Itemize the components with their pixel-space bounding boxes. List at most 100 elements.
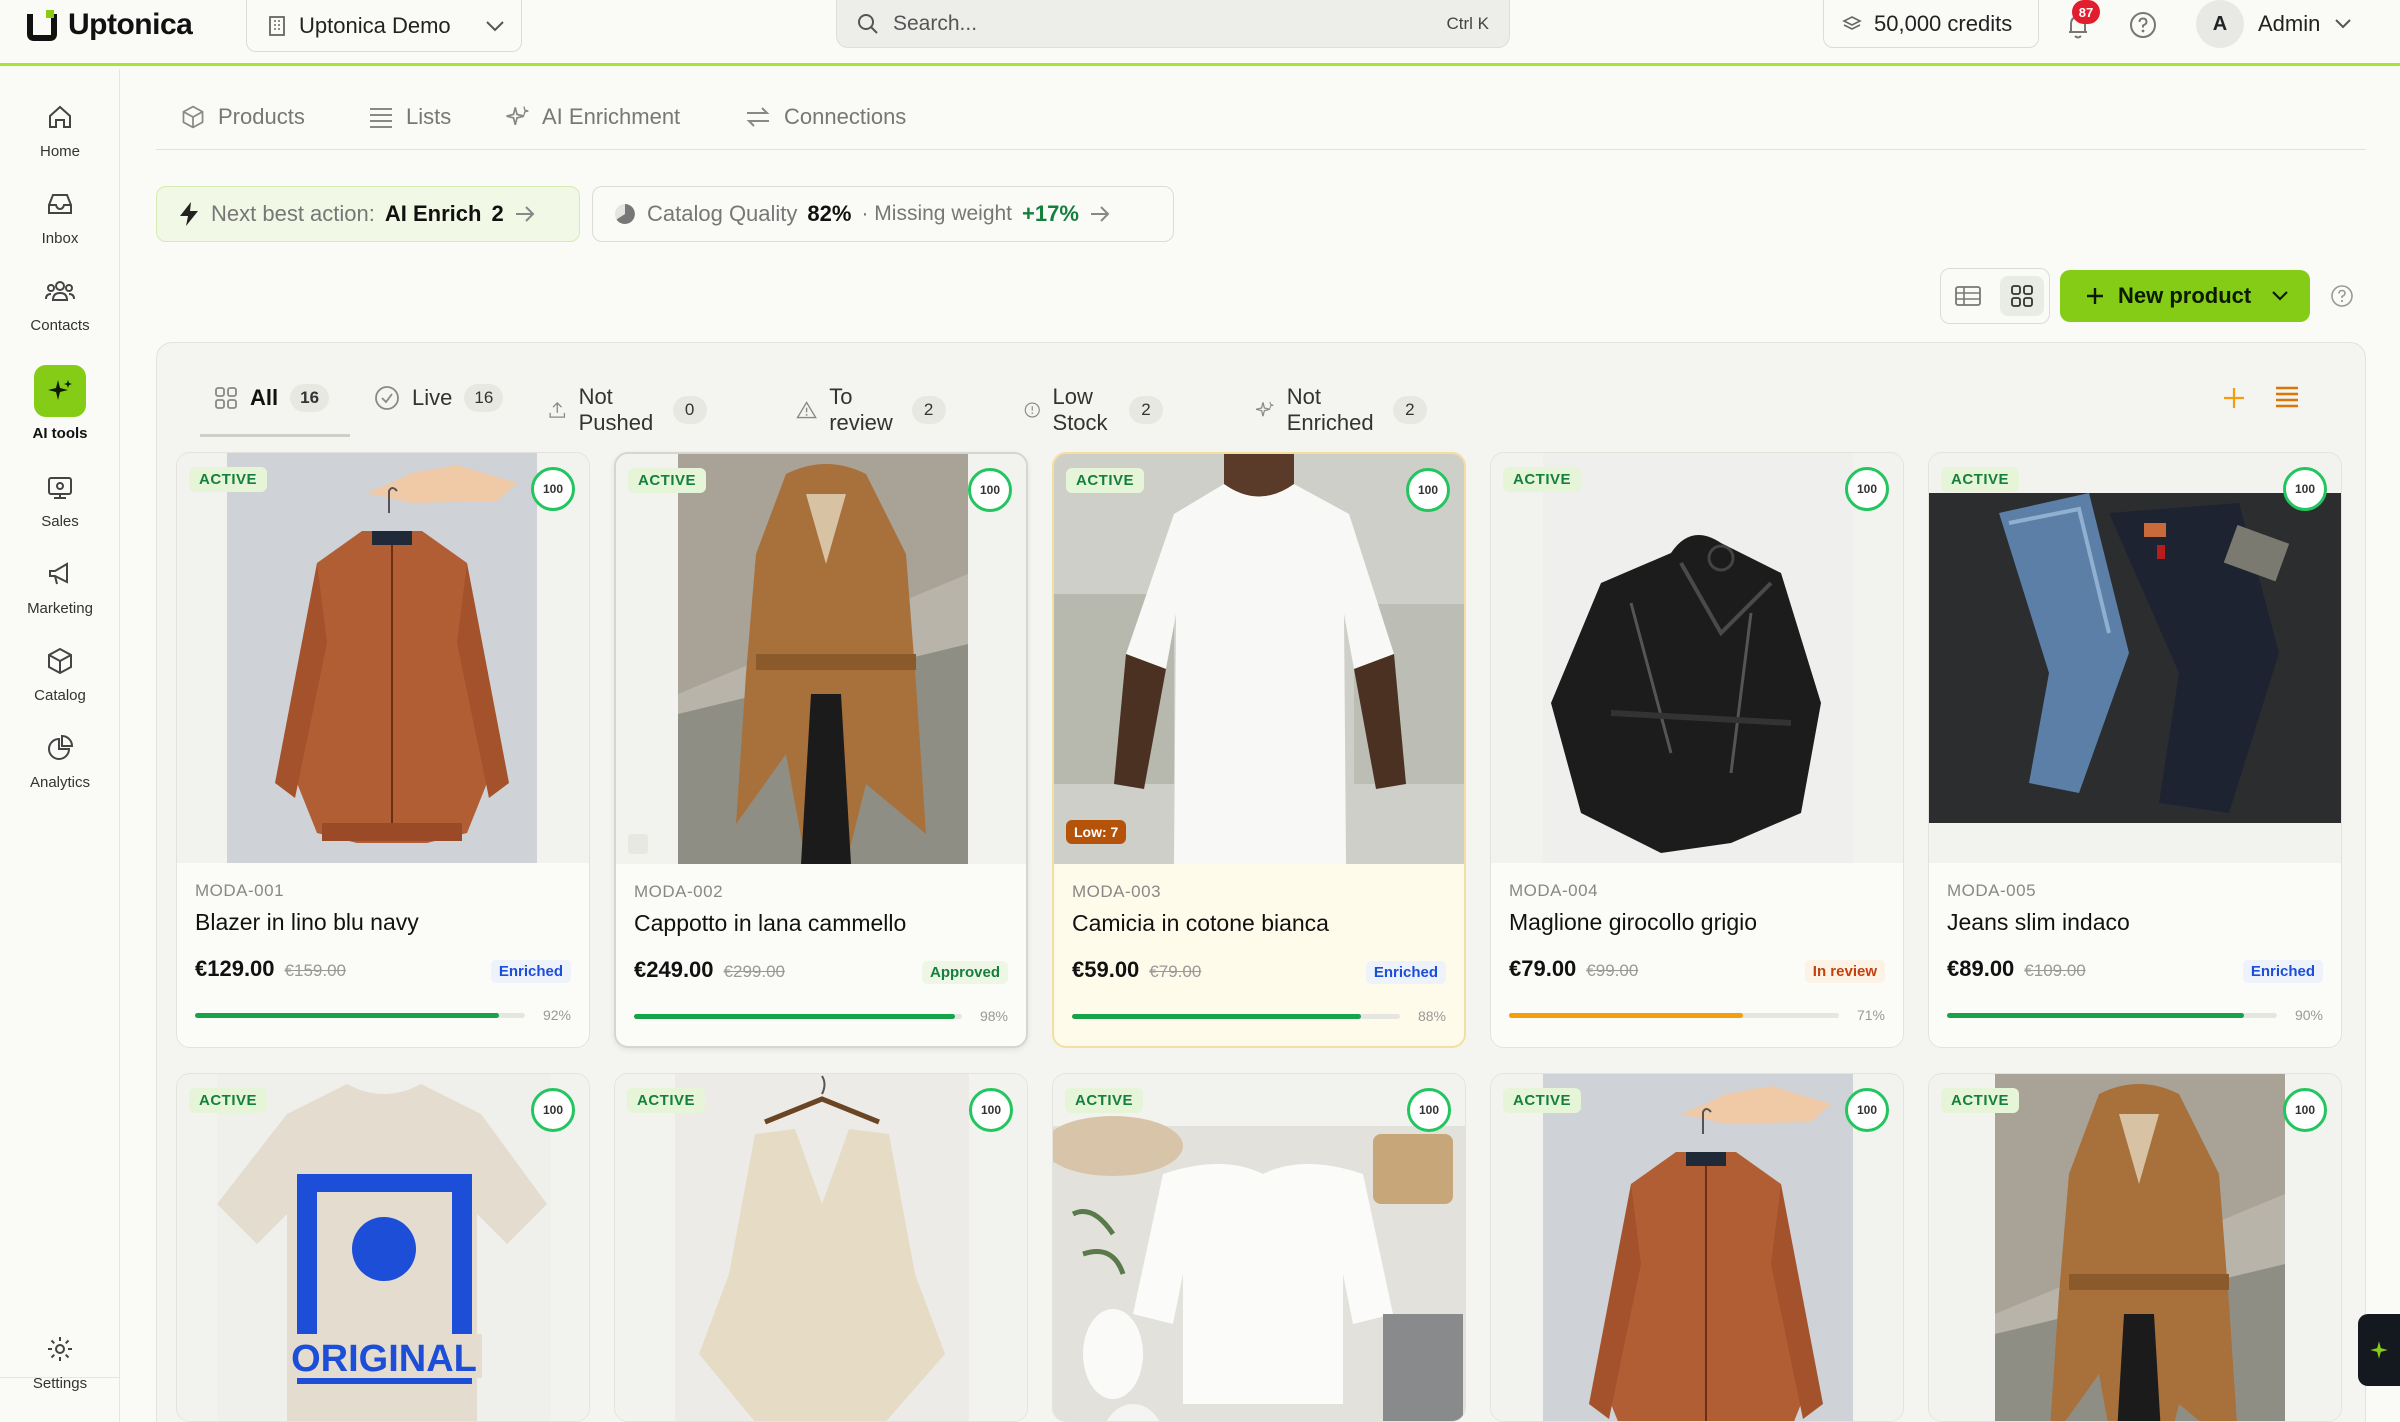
product-info: MODA-002 Cappotto in lana cammello €249.…	[634, 882, 1008, 1024]
chevron-down-icon	[486, 20, 504, 31]
subnav-label: Products	[218, 104, 305, 129]
tab-count: 2	[911, 396, 946, 424]
subnav-products[interactable]: Products	[180, 104, 305, 130]
avatar: A	[2196, 0, 2244, 48]
product-old-price: €79.00	[1149, 962, 1202, 981]
search-shortcut: Ctrl K	[1446, 13, 1490, 33]
tab-not-enriched[interactable]: Not Enriched 2	[1254, 384, 1427, 436]
new-product-button[interactable]: New product	[2060, 270, 2310, 322]
product-card[interactable]: ORIGINAL ACTIVE 100	[176, 1073, 590, 1422]
top-bar: Uptonica Uptonica Demo Search... Ctrl K …	[0, 0, 2400, 66]
tab-live[interactable]: Live 16	[374, 384, 504, 412]
product-card[interactable]: ACTIVE 100 MODA-004 Maglione girocollo g…	[1490, 452, 1904, 1048]
sidebar-item-inbox[interactable]: Inbox	[0, 186, 120, 247]
next-best-action-chip[interactable]: Next best action: AI Enrich 2	[156, 186, 580, 242]
product-info: MODA-001 Blazer in lino blu navy €129.00…	[195, 881, 571, 1023]
lightning-icon	[180, 202, 198, 226]
home-icon	[49, 105, 71, 128]
product-old-price: €109.00	[2024, 961, 2086, 980]
sidebar-item-marketing[interactable]: Marketing	[0, 556, 120, 617]
completeness-bar	[195, 1012, 525, 1018]
svg-text:ORIGINAL: ORIGINAL	[291, 1338, 477, 1380]
tab-all[interactable]: All 16	[214, 384, 330, 412]
subnav-label: AI Enrichment	[542, 104, 681, 129]
sidebar-item-analytics[interactable]: Analytics	[0, 730, 120, 791]
ai-assistant-button[interactable]	[2358, 1314, 2400, 1386]
sidebar-item-contacts[interactable]: Contacts	[0, 273, 120, 334]
completeness-row: 90%	[1947, 1007, 2323, 1023]
subnav-connections[interactable]: Connections	[744, 104, 906, 130]
box-icon	[48, 647, 72, 675]
app-logo[interactable]: Uptonica	[26, 8, 193, 42]
sidebar-item-catalog[interactable]: Catalog	[0, 643, 120, 704]
sidebar-item-label: AI tools	[32, 425, 88, 442]
product-image	[616, 454, 1026, 864]
quality-score-badge: 100	[1406, 468, 1450, 512]
tab-count: 2	[1392, 396, 1427, 424]
sidebar-item-settings[interactable]: Settings	[0, 1331, 120, 1392]
product-card[interactable]: ACTIVE 100	[614, 1073, 1028, 1422]
product-card[interactable]: ACTIVE 100 MODA-001 Blazer in lino blu n…	[176, 452, 590, 1048]
product-card[interactable]: ACTIVE 100 MODA-005 Jeans slim indaco €8…	[1928, 452, 2342, 1048]
enrichment-status: Enriched	[490, 960, 571, 983]
quality-score-badge: 100	[969, 1088, 1013, 1132]
workspace-switcher[interactable]: Uptonica Demo	[246, 0, 522, 52]
price-row: €129.00 €159.00 Enriched	[195, 956, 571, 983]
product-sku: MODA-001	[195, 881, 285, 900]
product-name: Cappotto in lana cammello	[634, 910, 907, 936]
completeness-fill	[1072, 1013, 1361, 1019]
help-icon[interactable]	[2330, 284, 2354, 308]
sidebar-item-ai-tools[interactable]: AI tools	[0, 365, 120, 442]
workspace-name: Uptonica Demo	[299, 12, 451, 38]
status-badge: ACTIVE	[1066, 468, 1145, 493]
grid-view-button[interactable]	[2000, 276, 2044, 316]
megaphone-icon	[49, 562, 68, 585]
product-info: MODA-004 Maglione girocollo grigio €79.0…	[1509, 881, 1885, 1023]
tab-not-pushed[interactable]: Not Pushed 0	[548, 384, 707, 436]
tab-to-review[interactable]: To review 2	[796, 384, 946, 436]
status-badge: ACTIVE	[1065, 1088, 1144, 1113]
help-icon[interactable]	[2128, 10, 2158, 40]
completeness-percent: 71%	[1856, 1007, 1885, 1023]
product-name: Jeans slim indaco	[1947, 909, 2130, 935]
nba-count: 2	[491, 201, 504, 226]
product-card[interactable]: ACTIVE 100 Low: 7 MODA-003 Camicia in co…	[1052, 452, 1466, 1048]
sidebar-item-sales[interactable]: Sales	[0, 469, 120, 530]
catalog-quality-chip[interactable]: Catalog Quality 82% · Missing weight +17…	[592, 186, 1174, 242]
subnav-label: Lists	[406, 104, 452, 129]
product-card[interactable]: ACTIVE 100 MODA-002 Cappotto in lana cam…	[614, 452, 1028, 1048]
nba-label: Next best action:	[211, 201, 375, 226]
table-view-button[interactable]	[1946, 276, 1990, 316]
search-bar[interactable]: Search... Ctrl K	[836, 0, 1510, 48]
sidebar: Home Inbox Contacts AI tools Sales Marke…	[0, 69, 120, 1422]
price-row: €89.00 €109.00 Enriched	[1947, 956, 2323, 983]
user-menu[interactable]: A Admin	[2196, 0, 2352, 48]
completeness-fill	[195, 1012, 499, 1018]
subnav-lists[interactable]: Lists	[368, 104, 451, 130]
product-image: ORIGINAL	[177, 1074, 589, 1421]
stack-icon[interactable]	[2274, 384, 2300, 412]
view-toggle	[1940, 268, 2050, 324]
search-icon	[858, 13, 878, 34]
enrichment-status: Approved	[921, 961, 1008, 984]
subnav-ai-enrichment[interactable]: AI Enrichment	[504, 104, 680, 130]
sidebar-item-label: Sales	[41, 513, 79, 530]
completeness-row: 88%	[1072, 1008, 1446, 1024]
tab-label: To review	[829, 384, 893, 435]
product-card[interactable]: ACTIVE 100	[1490, 1073, 1904, 1422]
arrow-right-icon	[515, 206, 535, 222]
sidebar-item-home[interactable]: Home	[0, 99, 120, 160]
product-card[interactable]: ACTIVE 100	[1052, 1073, 1466, 1422]
credits-button[interactable]: 50,000 credits	[1823, 0, 2039, 48]
tab-low-stock[interactable]: Low Stock 2	[1024, 384, 1164, 436]
status-badge: ACTIVE	[189, 467, 268, 492]
layers-icon	[1842, 15, 1862, 30]
add-icon[interactable]	[2220, 384, 2248, 412]
list-icon	[370, 108, 392, 128]
product-card[interactable]: ACTIVE 100	[1928, 1073, 2342, 1422]
product-sku: MODA-002	[634, 882, 724, 901]
product-name: Maglione girocollo grigio	[1509, 909, 1758, 935]
product-old-price: €299.00	[723, 962, 785, 981]
sparkle-icon	[2370, 1341, 2388, 1359]
nba-value: AI Enrich	[384, 201, 482, 226]
